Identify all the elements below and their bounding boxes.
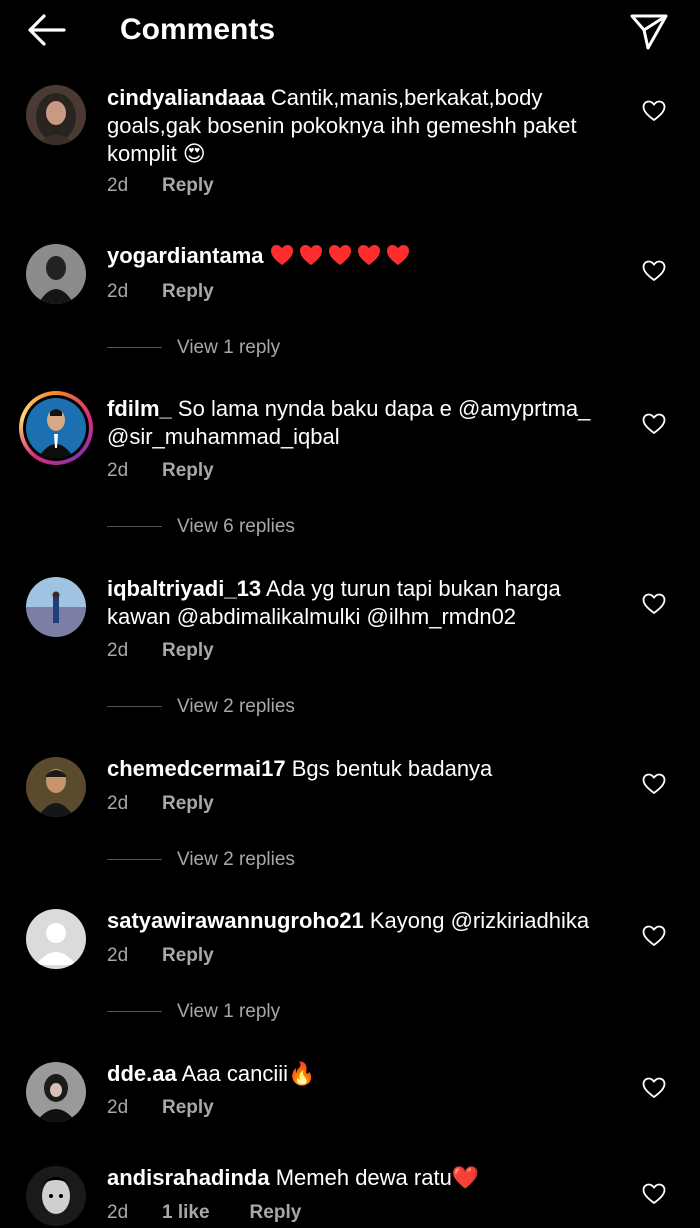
red-hearts-emoji xyxy=(270,243,410,268)
heart-outline-icon[interactable] xyxy=(642,593,666,615)
view-replies-label: View 2 replies xyxy=(177,696,295,717)
comments-header: Comments xyxy=(0,0,700,62)
comment-username[interactable]: yogardiantama xyxy=(107,243,264,268)
view-replies-label: View 6 replies xyxy=(177,516,295,537)
avatar[interactable] xyxy=(26,577,86,637)
heart-outline-icon[interactable] xyxy=(642,260,666,282)
divider xyxy=(107,706,162,708)
comment-meta: 2d Reply xyxy=(107,280,214,304)
comment-username: iqbaltriyadi_13 xyxy=(107,576,262,601)
comment-text: andisrahadinda Memeh dewa ratu❤️ xyxy=(107,1164,617,1192)
paper-plane-icon xyxy=(630,14,668,50)
comment-text: yogardiantama xyxy=(107,242,617,270)
heart-outline-icon[interactable] xyxy=(642,100,666,122)
reply-button[interactable]: Reply xyxy=(162,944,214,968)
comment-meta: 2d Reply xyxy=(107,459,214,483)
view-replies-label: View 2 replies xyxy=(177,849,295,870)
avatar-default[interactable] xyxy=(26,909,86,969)
comment-text: iqbaltriyadi_13 Ada yg turun tapi bukan … xyxy=(107,575,617,631)
divider xyxy=(107,526,162,528)
avatar[interactable] xyxy=(26,1062,86,1122)
reply-button[interactable]: Reply xyxy=(162,459,214,483)
likes-count[interactable]: 1 like xyxy=(162,1201,210,1225)
view-replies-button[interactable]: View 2 replies xyxy=(107,849,295,871)
avatar[interactable] xyxy=(26,244,86,304)
comment-username[interactable]: chemedcermai17 xyxy=(107,756,286,781)
divider xyxy=(107,347,162,349)
share-button[interactable] xyxy=(628,10,670,52)
comment-meta: 2d Reply xyxy=(107,174,214,198)
avatar[interactable] xyxy=(26,757,86,817)
view-replies-label: View 1 reply xyxy=(177,1001,281,1022)
view-replies-label: View 1 reply xyxy=(177,337,281,358)
view-replies-button[interactable]: View 2 replies xyxy=(107,696,295,718)
avatar[interactable] xyxy=(26,85,86,145)
view-replies-button[interactable]: View 1 reply xyxy=(107,1001,280,1023)
reply-button[interactable]: Reply xyxy=(250,1201,302,1225)
heart-outline-icon[interactable] xyxy=(642,773,666,795)
comment-time: 2d xyxy=(107,1202,129,1223)
comment-text: satyawirawannugroho21 Kayong @rizkiriadh… xyxy=(107,907,617,935)
view-replies-button[interactable]: View 6 replies xyxy=(107,516,295,538)
comment-body: So lama nynda baku dapa e @amyprtma_ @si… xyxy=(107,396,591,449)
comment-body: Aaa canciii🔥 xyxy=(181,1061,316,1086)
reply-button[interactable]: Reply xyxy=(162,639,214,663)
comment-body: Bgs bentuk badanya xyxy=(291,756,493,781)
reply-button[interactable]: Reply xyxy=(162,174,214,198)
comment-meta: 2d Reply xyxy=(107,944,214,968)
comment-meta: 2d 1 like Reply xyxy=(107,1201,301,1225)
comment-time: 2d xyxy=(107,640,129,661)
avatar-story-ring[interactable] xyxy=(19,391,93,465)
comment-time: 2d xyxy=(107,460,129,481)
page-title: Comments xyxy=(120,13,276,46)
reply-button[interactable]: Reply xyxy=(162,280,214,304)
comment-username[interactable]: satyawirawannugroho21 xyxy=(107,908,364,933)
reply-button[interactable]: Reply xyxy=(162,792,214,816)
comment-username[interactable]: fdilm_ xyxy=(107,396,172,421)
comment-text: chemedcermai17 Bgs bentuk badanya xyxy=(107,755,617,783)
heart-outline-icon[interactable] xyxy=(642,1183,666,1205)
heart-outline-icon[interactable] xyxy=(642,1077,666,1099)
comment-meta: 2d Reply xyxy=(107,639,214,663)
divider xyxy=(107,1011,162,1013)
heart-outline-icon[interactable] xyxy=(642,413,666,435)
comment-body: Kayong @rizkiriadhika xyxy=(369,908,590,933)
comment-text: dde.aa Aaa canciii🔥 xyxy=(107,1060,617,1088)
view-replies-button[interactable]: View 1 reply xyxy=(107,337,280,359)
comment-username[interactable]: cindyaliandaaa xyxy=(107,85,265,110)
comment-username[interactable]: dde.aa xyxy=(107,1061,177,1086)
heart-outline-icon[interactable] xyxy=(642,925,666,947)
comment-body: Memeh dewa ratu❤️ xyxy=(275,1165,480,1190)
comment-username[interactable]: andisrahadinda xyxy=(107,1165,270,1190)
comment-text: fdilm_ So lama nynda baku dapa e @amyprt… xyxy=(107,395,617,451)
comment-time: 2d xyxy=(107,945,129,966)
comment-meta: 2d Reply xyxy=(107,1096,214,1120)
avatar[interactable] xyxy=(26,1166,86,1226)
comment-time: 2d xyxy=(107,175,129,196)
comment-time: 2d xyxy=(107,793,129,814)
back-button[interactable] xyxy=(26,12,68,48)
comment-text: cindyaliandaaa Cantik,manis,berkakat,bod… xyxy=(107,84,617,168)
comment-meta: 2d Reply xyxy=(107,792,214,816)
arrow-left-icon xyxy=(28,14,66,46)
divider xyxy=(107,859,162,861)
comment-time: 2d xyxy=(107,281,129,302)
comment-time: 2d xyxy=(107,1097,129,1118)
reply-button[interactable]: Reply xyxy=(162,1096,214,1120)
